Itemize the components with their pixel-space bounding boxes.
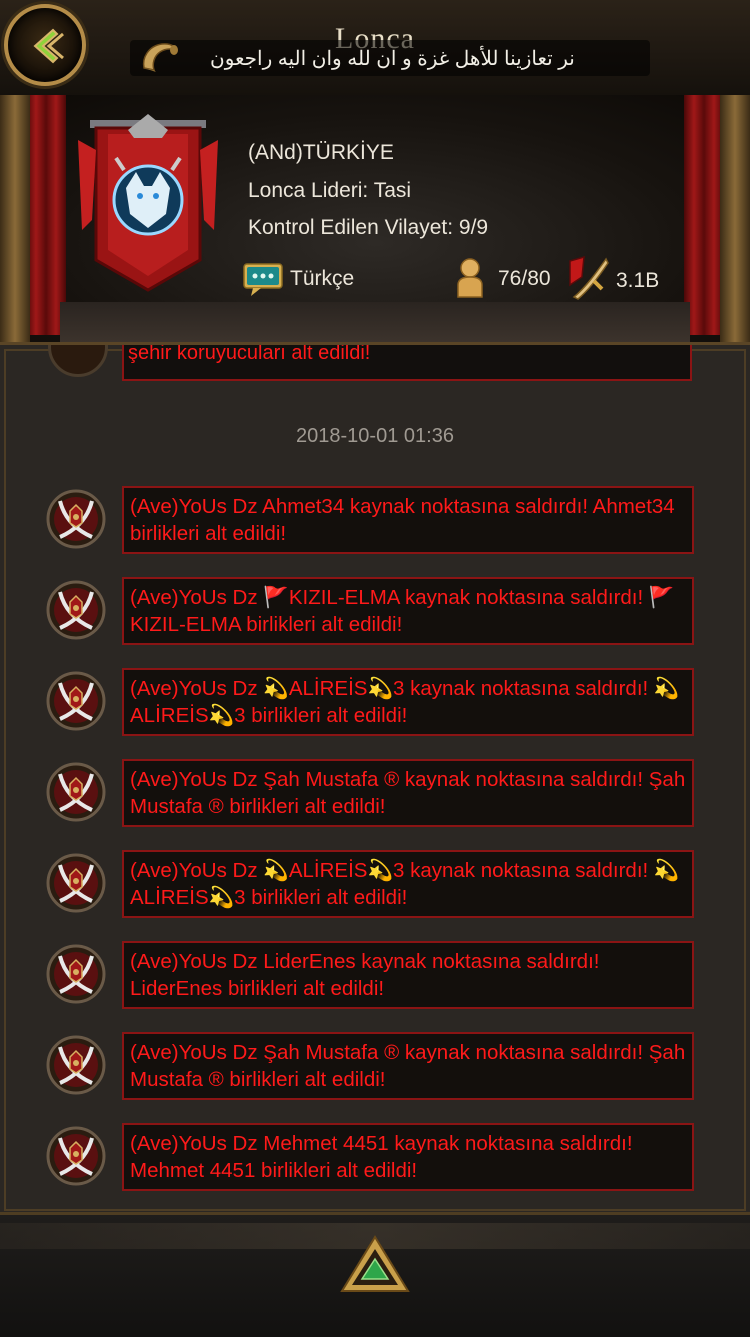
stage-floor xyxy=(60,302,690,342)
member-count: 76/80 xyxy=(498,267,551,290)
bottom-bar xyxy=(0,1212,750,1337)
log-message: (Ave)YoUs Dz 💫ALİREİS💫3 kaynak noktasına… xyxy=(122,850,694,918)
crossed-swords-icon xyxy=(46,580,106,640)
announcement-ticker[interactable]: نر تعازينا للأهل غزة و ان لله وان اليه ر… xyxy=(130,40,650,76)
crossed-swords-icon xyxy=(46,1126,106,1186)
log-message-text: şehir koruyucuları alt edildi! xyxy=(128,345,371,364)
log-entry: (Ave)YoUs Dz Şah Mustafa ® kaynak noktas… xyxy=(0,1032,750,1100)
log-entry: (Ave)YoUs Dz Şah Mustafa ® kaynak noktas… xyxy=(0,759,750,827)
log-entry: (Ave)YoUs Dz 💫ALİREİS💫3 kaynak noktasına… xyxy=(0,668,750,736)
crossed-swords-icon xyxy=(46,1035,106,1095)
log-timestamp: 2018-10-01 01:36 xyxy=(296,425,454,447)
log-entry: (Ave)YoUs Dz LiderEnes kaynak noktasına … xyxy=(0,941,750,1009)
curtain-right xyxy=(684,95,724,335)
log-message: (Ave)YoUs Dz 💫ALİREİS💫3 kaynak noktasına… xyxy=(122,668,694,736)
log-message: (Ave)YoUs Dz LiderEnes kaynak noktasına … xyxy=(122,941,694,1009)
guild-leader: Lonca Lideri: Tasi xyxy=(248,179,412,202)
log-message: (Ave)YoUs Dz Mehmet 4451 kaynak noktasın… xyxy=(122,1123,694,1191)
guild-name: (ANd)TÜRKİYE xyxy=(248,141,394,164)
log-message: şehir koruyucuları alt edildi! xyxy=(122,345,692,381)
log-message: (Ave)YoUs Dz 🚩KIZIL-ELMA kaynak noktasın… xyxy=(122,577,694,645)
member-icon xyxy=(457,258,483,298)
log-entry: (Ave)YoUs Dz Mehmet 4451 kaynak noktasın… xyxy=(0,1123,750,1191)
pillar-right xyxy=(720,95,750,342)
crossed-swords-icon xyxy=(46,853,106,913)
curtain-left xyxy=(26,95,66,335)
controlled-province: Kontrol Edilen Vilayet: 9/9 xyxy=(248,216,489,239)
chat-language-icon xyxy=(243,263,283,296)
log-entry: (Ave)YoUs Dz 💫ALİREİS💫3 kaynak noktasına… xyxy=(0,850,750,918)
log-message: (Ave)YoUs Dz Şah Mustafa ® kaynak noktas… xyxy=(122,759,694,827)
log-entry: (Ave)YoUs Dz Ahmet34 kaynak noktasına sa… xyxy=(0,486,750,554)
ticker-text: نر تعازينا للأهل غزة و ان لله وان اليه ر… xyxy=(210,48,575,70)
log-entry: (Ave)YoUs Dz 🚩KIZIL-ELMA kaynak noktasın… xyxy=(0,577,750,645)
expand-up-button[interactable] xyxy=(340,1235,410,1295)
crossed-swords-icon xyxy=(46,762,106,822)
log-message: (Ave)YoUs Dz Ahmet34 kaynak noktasına sa… xyxy=(122,486,694,554)
guild-emblem-icon[interactable] xyxy=(68,110,228,295)
horn-icon xyxy=(142,43,178,72)
power-icon xyxy=(569,255,609,300)
top-bar: Lonca نر تعازينا للأهل غزة و ان لله وان … xyxy=(0,0,750,98)
guild-language: Türkçe xyxy=(290,267,355,290)
crossed-swords-icon xyxy=(46,671,106,731)
log-message: (Ave)YoUs Dz Şah Mustafa ® kaynak noktas… xyxy=(122,1032,694,1100)
guild-log-list[interactable]: şehir koruyucuları alt edildi! 2018-10-0… xyxy=(0,345,750,1207)
guild-avatar-icon xyxy=(48,345,108,377)
guild-log-panel: şehir koruyucuları alt edildi! 2018-10-0… xyxy=(0,342,750,1215)
pillar-left xyxy=(0,95,30,342)
guild-header: (ANd)TÜRKİYE Lonca Lideri: Tasi Kontrol … xyxy=(0,95,750,342)
guild-power: 3.1B xyxy=(616,269,660,292)
crossed-swords-icon xyxy=(46,944,106,1004)
back-button[interactable] xyxy=(4,4,86,86)
back-arrow-icon xyxy=(33,28,64,64)
crossed-swords-icon xyxy=(46,489,106,549)
